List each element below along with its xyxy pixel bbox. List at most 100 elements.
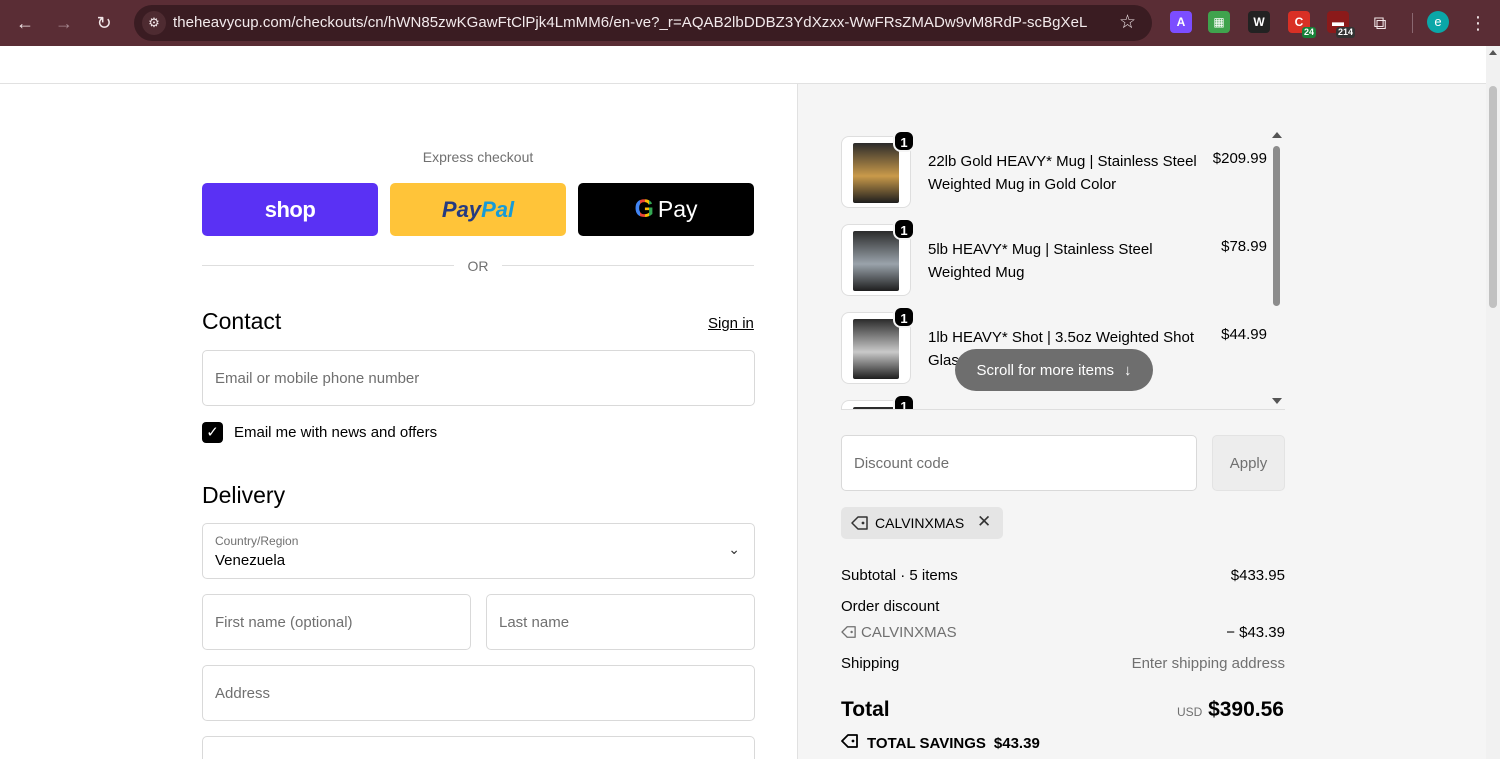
item-price: $44.99 bbox=[1221, 326, 1267, 343]
first-name-placeholder: First name (optional) bbox=[215, 614, 353, 631]
email-placeholder: Email or mobile phone number bbox=[215, 370, 420, 387]
apply-discount-button[interactable]: Apply bbox=[1212, 435, 1285, 491]
first-name-field[interactable]: First name (optional) bbox=[202, 594, 471, 650]
newsletter-label: Email me with news and offers bbox=[234, 424, 438, 441]
discount-code-row: CALVINXMAS − $43.39 bbox=[841, 624, 1285, 643]
newsletter-checkbox[interactable]: ✓ bbox=[202, 422, 223, 443]
country-select[interactable]: Country/Region Venezuela ⌄ bbox=[202, 523, 755, 579]
or-divider-left bbox=[202, 265, 454, 266]
total-savings: TOTAL SAVINGS $43.39 bbox=[841, 733, 1040, 753]
item-price: $209.99 bbox=[1212, 150, 1267, 167]
shipping-label: Shipping bbox=[841, 655, 900, 672]
cart-scroll-down-icon[interactable] bbox=[1272, 398, 1282, 404]
last-name-field[interactable]: Last name bbox=[486, 594, 755, 650]
total-label: Total bbox=[841, 698, 890, 721]
product-image bbox=[853, 319, 899, 379]
subtotal-value: $433.95 bbox=[1230, 567, 1285, 584]
savings-value: $43.39 bbox=[993, 734, 1040, 752]
reload-icon[interactable]: ↻ bbox=[92, 11, 116, 35]
quantity-badge: 1 bbox=[893, 130, 915, 152]
google-g-logo: G bbox=[634, 195, 654, 223]
address-bar[interactable]: ⚙ theheavycup.com/checkouts/cn/hWN85zwKG… bbox=[134, 5, 1152, 41]
cart-item: 1 22lb Gold HEAVY* Mug | Stainless Steel… bbox=[841, 130, 1271, 224]
scrollbar-thumb[interactable] bbox=[1489, 86, 1497, 308]
country-label: Country/Region bbox=[215, 534, 299, 548]
forward-arrow-icon[interactable]: → bbox=[52, 11, 76, 35]
applied-code-label: CALVINXMAS bbox=[875, 515, 965, 531]
page-scrollbar[interactable] bbox=[1486, 46, 1500, 759]
order-discount-label: Order discount bbox=[841, 598, 940, 615]
paypal-button[interactable]: Pay Pal bbox=[390, 183, 566, 236]
google-pay-button[interactable]: G Pay bbox=[578, 183, 754, 236]
last-name-placeholder: Last name bbox=[499, 614, 570, 631]
back-arrow-icon[interactable]: ← bbox=[13, 11, 37, 35]
apartment-field[interactable] bbox=[202, 736, 755, 759]
discount-code-input[interactable]: Discount code bbox=[841, 435, 1197, 491]
scroll-more-label: Scroll for more items bbox=[976, 361, 1115, 379]
extension-c-icon[interactable]: C 24 bbox=[1288, 11, 1316, 38]
product-image bbox=[853, 231, 899, 291]
extension-kolor-icon[interactable]: ▦ bbox=[1208, 11, 1230, 33]
shop-pay-button[interactable]: shop bbox=[202, 183, 378, 236]
tag-icon bbox=[841, 625, 857, 643]
checkout-form: Express checkout shop Pay Pal G Pay OR Co… bbox=[0, 84, 797, 759]
extension-calendar-icon[interactable]: ▬ 214 bbox=[1327, 11, 1355, 38]
sign-in-link[interactable]: Sign in bbox=[708, 315, 754, 332]
quantity-badge: 1 bbox=[893, 394, 915, 410]
scroll-more-items-button[interactable]: Scroll for more items ↓ bbox=[955, 349, 1153, 391]
contact-title: Contact bbox=[202, 308, 282, 334]
or-divider-label: OR bbox=[467, 258, 489, 274]
shipping-row: Shipping Enter shipping address bbox=[841, 655, 1285, 672]
bookmark-star-icon[interactable]: ☆ bbox=[1119, 11, 1136, 35]
quantity-badge: 1 bbox=[893, 218, 915, 240]
discount-code-name: CALVINXMAS bbox=[861, 624, 957, 641]
paypal-logo-part1: Pay bbox=[441, 196, 482, 222]
applied-discount-chip: CALVINXMAS ✕ bbox=[841, 507, 1003, 539]
toolbar-divider bbox=[1412, 13, 1413, 33]
arrow-down-icon: ↓ bbox=[1124, 361, 1132, 379]
quantity-badge: 1 bbox=[893, 306, 915, 328]
savings-label: TOTAL SAVINGS bbox=[867, 734, 986, 752]
paypal-logo-part2: Pal bbox=[481, 196, 515, 222]
shipping-value: Enter shipping address bbox=[1131, 655, 1285, 672]
subtotal-row: Subtotal · 5 items $433.95 bbox=[841, 567, 1285, 584]
extension-w-icon[interactable]: W bbox=[1248, 11, 1270, 33]
checkout-header bbox=[0, 46, 1486, 84]
extension-badge-count: 214 bbox=[1335, 27, 1355, 38]
chevron-down-icon: ⌄ bbox=[728, 541, 740, 557]
discount-amount: − $43.39 bbox=[1226, 624, 1285, 641]
total-currency: USD bbox=[1177, 705, 1203, 719]
delivery-title: Delivery bbox=[202, 482, 286, 508]
site-info-icon[interactable]: ⚙ bbox=[142, 11, 166, 35]
cart-item: 1 5lb HEAVY* Mug | Stainless Steel Weigh… bbox=[841, 218, 1271, 312]
total-value: $390.56 bbox=[1208, 698, 1284, 721]
cart-scrollbar[interactable] bbox=[1269, 128, 1285, 410]
order-discount-row: Order discount bbox=[841, 598, 1285, 615]
country-value: Venezuela bbox=[215, 552, 286, 569]
email-field[interactable]: Email or mobile phone number bbox=[202, 350, 755, 406]
order-summary: 1 22lb Gold HEAVY* Mug | Stainless Steel… bbox=[797, 84, 1486, 759]
item-name: 5lb HEAVY* Mug | Stainless Steel Weighte… bbox=[928, 241, 1153, 281]
discount-placeholder: Discount code bbox=[854, 455, 950, 472]
extensions-puzzle-icon[interactable]: ⧉ bbox=[1368, 11, 1392, 35]
cart-scrollbar-thumb[interactable] bbox=[1273, 146, 1280, 306]
remove-discount-icon[interactable]: ✕ bbox=[977, 512, 991, 532]
cart-list-divider bbox=[841, 409, 1285, 410]
extension-badge-count: 24 bbox=[1301, 27, 1316, 38]
product-image bbox=[853, 143, 899, 203]
cart-scroll-up-icon[interactable] bbox=[1272, 132, 1282, 138]
subtotal-label: Subtotal · 5 items bbox=[841, 567, 958, 584]
scroll-up-arrow-icon[interactable] bbox=[1489, 50, 1497, 55]
tag-icon bbox=[841, 733, 859, 753]
item-name: 22lb Gold HEAVY* Mug | Stainless Steel W… bbox=[928, 153, 1197, 193]
or-divider-right bbox=[502, 265, 754, 266]
profile-avatar[interactable]: e bbox=[1427, 11, 1449, 33]
url-text[interactable]: theheavycup.com/checkouts/cn/hWN85zwKGaw… bbox=[173, 14, 1087, 31]
address-field[interactable]: Address bbox=[202, 665, 755, 721]
browser-menu-icon[interactable]: ⋮ bbox=[1468, 11, 1488, 35]
express-checkout-label: Express checkout bbox=[422, 149, 534, 165]
tag-icon bbox=[851, 515, 869, 536]
browser-toolbar: ← → ↻ ⚙ theheavycup.com/checkouts/cn/hWN… bbox=[0, 0, 1500, 46]
extension-a-icon[interactable]: A bbox=[1170, 11, 1192, 33]
shop-pay-logo: shop bbox=[264, 196, 316, 222]
